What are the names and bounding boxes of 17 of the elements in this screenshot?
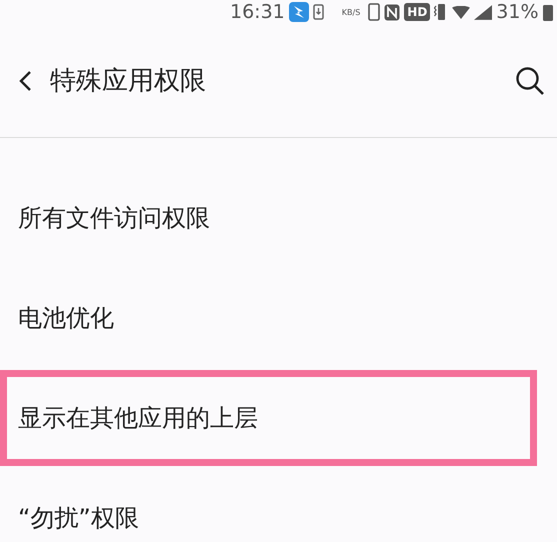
settings-item[interactable]: “勿扰”权限 bbox=[0, 470, 537, 542]
search-icon bbox=[515, 66, 545, 96]
settings-item[interactable]: 所有文件访问权限 bbox=[0, 170, 537, 266]
signal-icon bbox=[474, 4, 492, 20]
wifi-icon bbox=[452, 6, 470, 18]
hd-badge: HD bbox=[404, 3, 430, 21]
settings-item[interactable]: 电池优化 bbox=[0, 270, 537, 366]
phone-icon bbox=[368, 3, 380, 21]
battery-text: 31% bbox=[496, 1, 539, 23]
settings-item[interactable]: 显示在其他应用的上层 bbox=[0, 370, 537, 466]
speed-unit: KB/S bbox=[342, 8, 360, 16]
battery-icon bbox=[542, 3, 553, 21]
nfc-icon bbox=[384, 4, 400, 20]
download-icon bbox=[312, 4, 324, 20]
status-time: 16:31 bbox=[230, 1, 285, 23]
page-title: 特殊应用权限 bbox=[50, 65, 207, 98]
back-icon bbox=[18, 70, 32, 92]
